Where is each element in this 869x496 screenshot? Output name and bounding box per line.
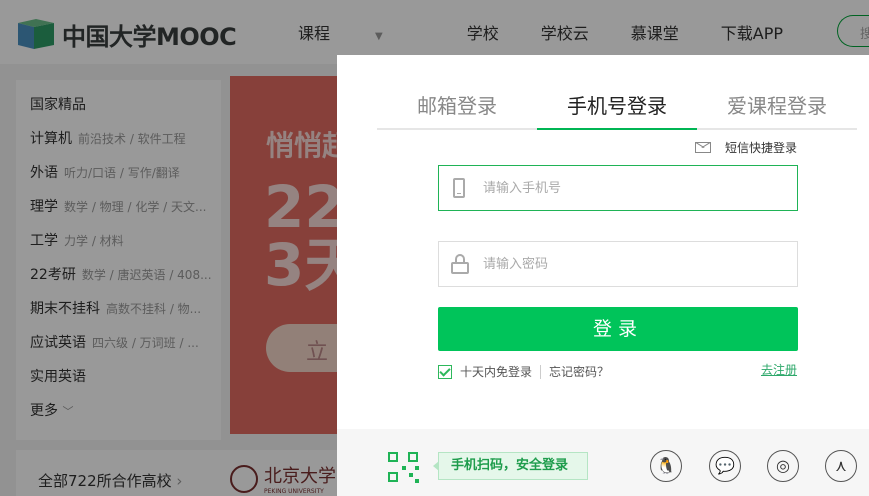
phone-icon [453,178,465,198]
lock-icon [451,254,469,274]
qr-code-icon[interactable] [388,452,420,484]
more-login-icon[interactable]: ⋏ [825,450,857,482]
active-tab-indicator [537,128,697,130]
weibo-login-icon[interactable]: ◎ [767,450,799,482]
login-options: 十天内免登录 忘记密码？ [438,363,609,380]
phone-input[interactable] [483,166,783,210]
tab-email-login[interactable]: 邮箱登录 [377,90,537,119]
sms-login-link[interactable]: 短信快捷登录 [695,139,797,156]
password-input[interactable] [483,242,783,286]
remember-checkbox[interactable] [438,364,452,379]
tab-icourse-login[interactable]: 爱课程登录 [697,90,857,119]
qq-login-icon[interactable]: 🐧 [650,450,682,482]
login-footer: 手机扫码，安全登录 🐧 💬 ◎ ⋏ [337,429,869,496]
wechat-login-icon[interactable]: 💬 [709,450,741,482]
login-button[interactable]: 登录 [438,307,798,351]
envelope-icon [695,142,711,153]
forgot-password-link[interactable]: 忘记密码？ [549,363,609,380]
login-tabs: 邮箱登录 手机号登录 爱课程登录 [377,85,857,130]
register-link[interactable]: 去注册 [761,361,797,378]
qr-login-tip[interactable]: 手机扫码，安全登录 [433,452,588,480]
password-field[interactable] [438,241,798,287]
tab-phone-login[interactable]: 手机号登录 [537,90,697,119]
divider [540,364,542,379]
login-modal: 邮箱登录 手机号登录 爱课程登录 短信快捷登录 登录 十天内免登录 忘记密码？ … [337,55,869,496]
phone-field[interactable] [438,165,798,211]
remember-label[interactable]: 十天内免登录 [460,363,532,380]
